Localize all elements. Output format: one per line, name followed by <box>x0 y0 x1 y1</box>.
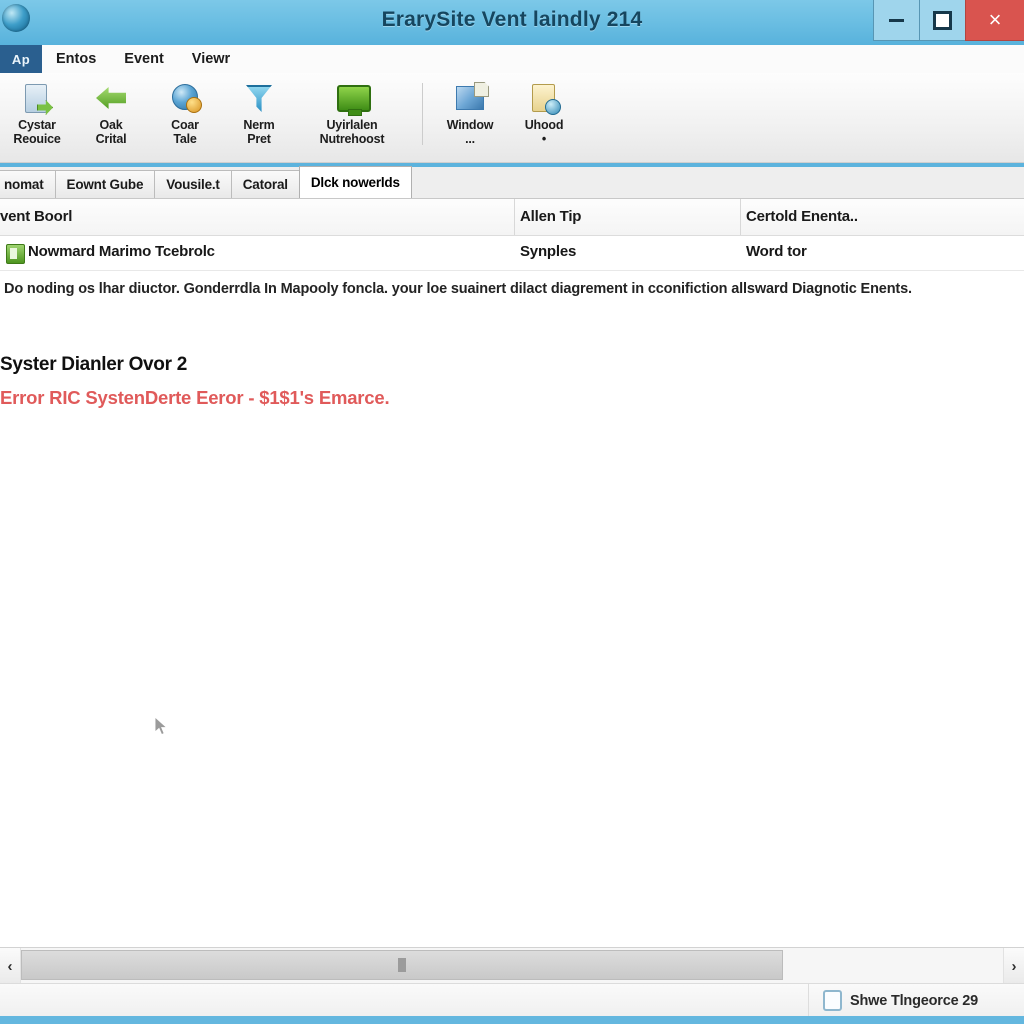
tab-catoral[interactable]: Catoral <box>230 170 300 198</box>
event-description: Do noding os lhar diuctor. Gonderrdla In… <box>4 281 912 297</box>
page-count-icon <box>823 990 843 1011</box>
toolbar-button-window[interactable]: Window ... <box>433 79 507 146</box>
toolbar-button-uyirlalen-nutrehoost[interactable]: Uyirlalen Nutrehoost <box>296 79 408 146</box>
cell-event-board: Nowmard Marimo Tcebrolc <box>28 243 215 260</box>
cell-certold-enenta: Word tor <box>746 243 807 260</box>
toolbar-label-line1: Uyirlalen <box>326 118 378 132</box>
detail-section-title: Syster Dianler Ovor 2 <box>0 354 187 375</box>
window-controls: × <box>873 0 1024 41</box>
scrollbar-thumb[interactable] <box>21 950 783 980</box>
column-separator[interactable] <box>740 199 741 235</box>
tab-eownt-gube[interactable]: Eownt Gube <box>54 170 156 198</box>
desktop-background-strip <box>0 1016 1024 1024</box>
toolbar-button-oak-crital[interactable]: Oak Crital <box>74 79 148 146</box>
window-title: ErarySite Vent laindly 214 <box>381 8 643 31</box>
event-log-icon <box>6 244 25 264</box>
status-bar: Shwe Tlngeorce 29 <box>0 983 1024 1017</box>
tab-dlck-nowerlds[interactable]: Dlck nowerlds <box>298 166 412 198</box>
close-button[interactable]: × <box>965 0 1024 41</box>
minimize-icon <box>889 18 904 22</box>
monitor-icon <box>334 82 371 116</box>
toolbar-label-line1: Uhood <box>524 118 564 132</box>
column-separator[interactable] <box>514 199 515 235</box>
toolbar-button-coar-tale[interactable]: Coar Tale <box>148 79 222 146</box>
toolbar-button-cystar-reouice[interactable]: Cystar Reouice <box>0 79 74 146</box>
horizontal-scrollbar[interactable]: ‹ › <box>0 947 1024 984</box>
toolbar-button-uhood[interactable]: Uhood • <box>507 79 581 146</box>
column-header-allen-tip[interactable]: Allen Tip <box>520 208 581 225</box>
minimize-button[interactable] <box>873 0 919 41</box>
application-window: ErarySite Vent laindly 214 × Ap Entos Ev… <box>0 0 1024 1024</box>
tab-nomat[interactable]: nomat <box>0 170 56 198</box>
scroll-right-arrow-icon[interactable]: › <box>1004 948 1024 984</box>
filter-funnel-icon <box>241 82 277 114</box>
toolbar-group-secondary: Window ... Uhood • <box>433 79 581 146</box>
toolbar-label-line2: • <box>541 132 547 146</box>
menu-item-viewr[interactable]: Viewr <box>178 45 244 73</box>
content-pane: vent Boorl Allen Tip Certold Enenta.. No… <box>0 199 1024 947</box>
toolbar-label-line2: Pret <box>247 132 271 146</box>
maximize-icon <box>933 10 952 30</box>
detail-error-message: Error RIC SystenDerte Eeror - $1$1's Ema… <box>0 387 390 408</box>
status-cell: Shwe Tlngeorce 29 <box>808 984 1024 1017</box>
scrollbar-track[interactable] <box>20 948 1004 984</box>
toolbar-label-line1: Oak <box>99 118 123 132</box>
tab-vousilet[interactable]: Vousile.t <box>154 170 232 198</box>
toolbar: Cystar Reouice Oak Crital Coar Tale Nerm… <box>0 73 1024 163</box>
back-arrow-icon <box>93 82 129 114</box>
mouse-cursor <box>155 717 169 737</box>
table-column-header: vent Boorl Allen Tip Certold Enenta.. <box>0 199 1024 236</box>
toolbar-label-line1: Window <box>446 118 494 132</box>
column-header-certold-enenta[interactable]: Certold Enenta.. <box>746 208 858 225</box>
toolbar-label-line1: Coar <box>171 118 199 132</box>
menu-item-entos[interactable]: Entos <box>42 45 110 73</box>
status-text: Shwe Tlngeorce 29 <box>850 992 978 1009</box>
column-header-event-board[interactable]: vent Boorl <box>0 208 72 225</box>
help-badge-icon <box>526 82 562 115</box>
toolbar-label-line2: Reouice <box>13 132 61 146</box>
menu-item-event[interactable]: Event <box>110 45 178 73</box>
toolbar-label-line2: Tale <box>173 132 197 146</box>
scroll-left-arrow-icon[interactable]: ‹ <box>0 948 20 984</box>
document-export-icon <box>19 82 55 114</box>
menu-bar: Ap Entos Event Viewr <box>0 45 1024 74</box>
tab-strip: nomat Eownt Gube Vousile.t Catoral Dlck … <box>0 166 1024 199</box>
scrollbar-grip-icon <box>398 958 406 972</box>
cell-allen-tip: Synples <box>520 243 577 260</box>
app-menu-badge[interactable]: Ap <box>0 45 42 73</box>
toolbar-label-line2: Nutrehoost <box>319 132 385 146</box>
toolbar-separator <box>422 83 423 145</box>
toolbar-label-line2: ... <box>465 132 475 146</box>
toolbar-group-primary: Cystar Reouice Oak Crital Coar Tale Nerm… <box>0 79 408 146</box>
toolbar-button-nerm-pret[interactable]: Nerm Pret <box>222 79 296 146</box>
maximize-button[interactable] <box>919 0 965 41</box>
title-bar: ErarySite Vent laindly 214 × <box>0 0 1024 45</box>
table-row[interactable]: Nowmard Marimo Tcebrolc Synples Word tor <box>0 236 1024 271</box>
toolbar-label-line1: Cystar <box>18 118 56 132</box>
toolbar-label-line2: Crital <box>95 132 127 146</box>
toolbar-label-line1: Nerm <box>243 118 275 132</box>
windows-snapshot-icon <box>452 82 488 114</box>
globe-refresh-icon <box>167 82 203 114</box>
